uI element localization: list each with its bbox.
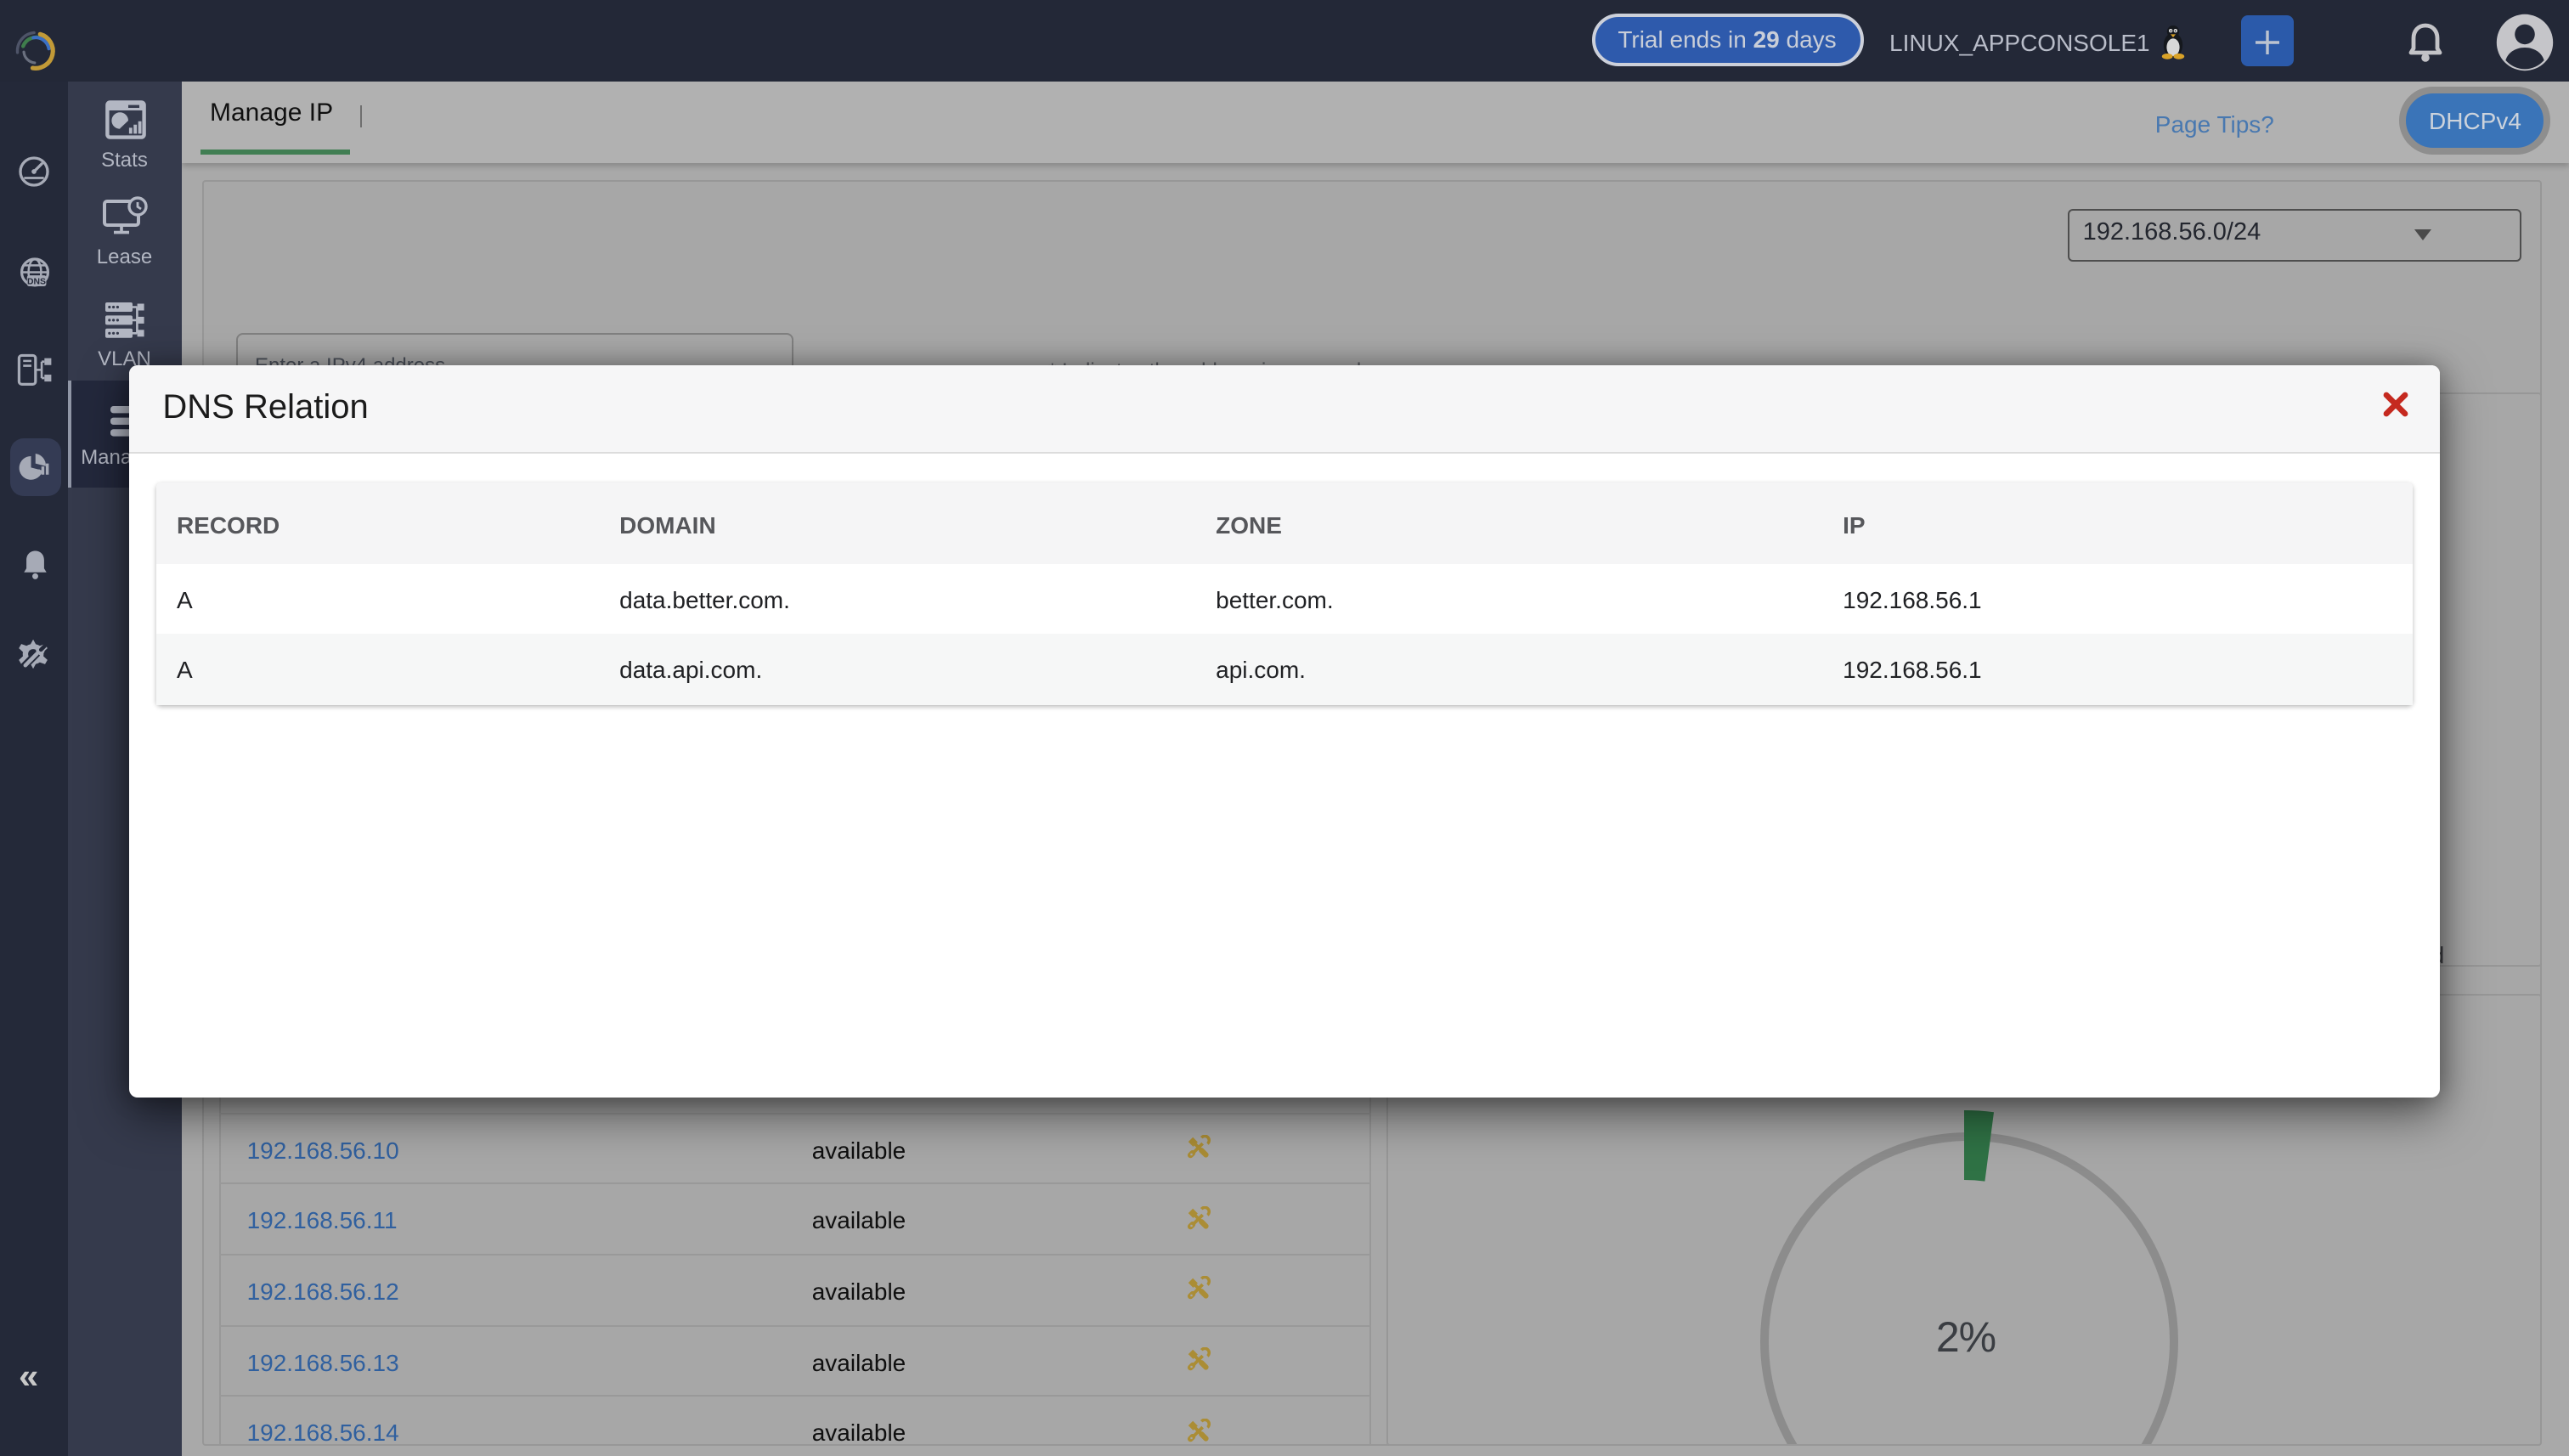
svg-text:2%: 2% [1935,1313,1995,1361]
svg-text:DNS: DNS [26,277,45,286]
